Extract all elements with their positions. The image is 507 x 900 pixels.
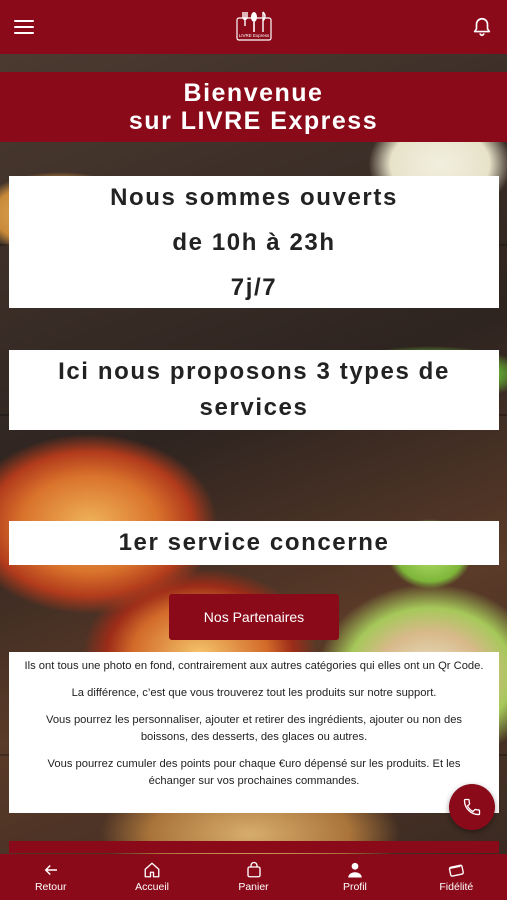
bell-icon[interactable] [471,16,493,38]
nav-retour[interactable]: Retour [0,854,101,900]
person-icon [348,862,362,878]
service1-panel: 1er service concerne [9,521,499,565]
service1-title: 1er service concerne [118,529,390,556]
phone-icon [463,798,481,816]
description-paragraph: Vous pourrez cumuler des points pour cha… [47,758,461,787]
opening-hours-panel: Nous sommes ouverts de 10h à 23h 7j/7 [9,176,499,308]
welcome-line1: Bienvenue [183,79,324,107]
welcome-banner: Bienvenue sur LIVRE Express [0,72,507,142]
nav-panier-label: Panier [238,881,269,893]
hours-line3: 7j/7 [230,273,278,301]
description-paragraph: La différence, c’est que vous trouverez … [71,687,437,699]
loyalty-card-icon [449,864,465,877]
description-paragraph: Vous pourrez les personnaliser, ajouter … [45,714,463,743]
nav-panier[interactable]: Panier [203,854,304,900]
home-icon [144,862,160,878]
hamburger-menu-icon[interactable] [14,20,34,34]
nav-accueil[interactable]: Accueil [101,854,202,900]
bottom-navigation: Retour Accueil Panier Profil Fidélité [0,854,507,900]
call-button[interactable] [449,784,495,830]
services-line1: Ici nous proposons 3 types de [58,358,450,385]
nav-profil-label: Profil [342,881,367,893]
hours-line1: Nous sommes ouverts [110,183,398,211]
service-description: Ils ont tous une photo en fond, contrair… [9,652,499,813]
description-paragraph: Ils ont tous une photo en fond, contrair… [24,660,484,672]
welcome-line2: sur LIVRE Express [128,107,379,135]
nav-profil[interactable]: Profil [304,854,405,900]
arrow-left-icon [44,864,57,876]
nav-retour-label: Retour [34,881,67,893]
services-panel: Ici nous proposons 3 types de services [9,350,499,430]
services-line2: services [199,394,309,421]
next-section-header [9,841,499,853]
bag-icon [246,861,261,878]
restaurant-logo-icon[interactable]: LIVRE Express [235,10,272,44]
nav-accueil-label: Accueil [135,881,170,893]
nav-fidelite[interactable]: Fidélité [406,854,507,900]
partners-button[interactable]: Nos Partenaires [169,594,339,640]
app-bar: LIVRE Express [0,0,507,54]
svg-text:LIVRE Express: LIVRE Express [238,33,269,38]
nav-fidelite-label: Fidélité [439,881,474,893]
hours-line2: de 10h à 23h [172,228,336,256]
